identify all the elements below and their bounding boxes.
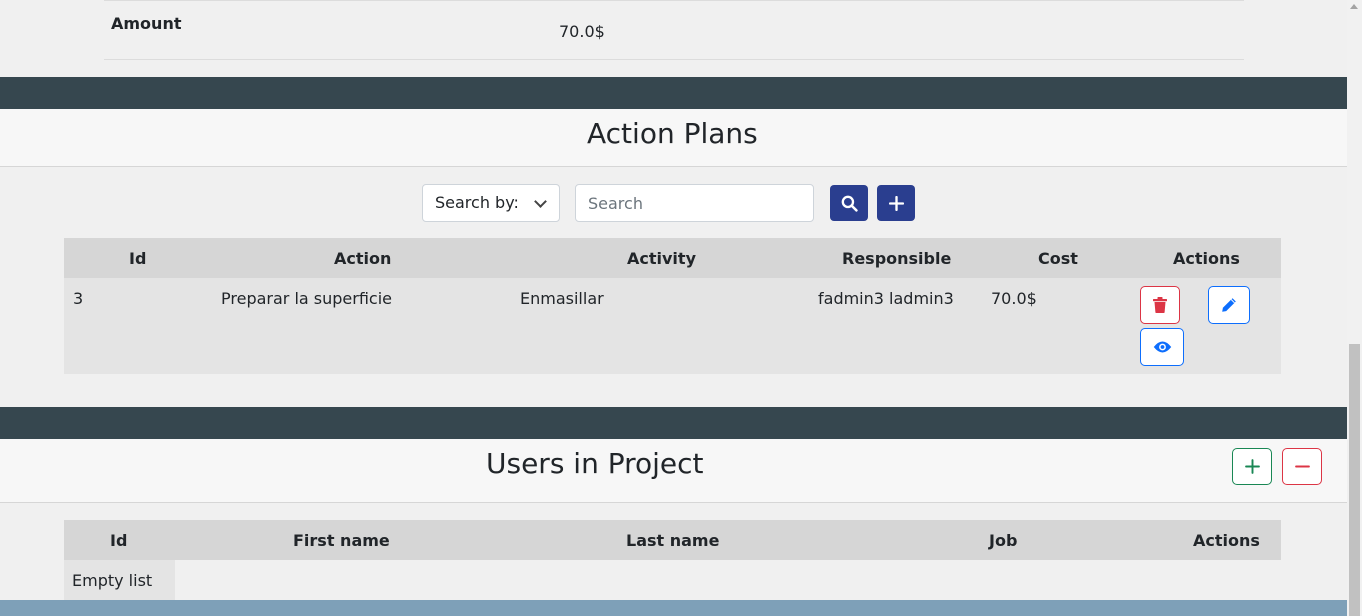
edit-button[interactable] bbox=[1208, 286, 1250, 324]
column-header: Id bbox=[110, 531, 128, 550]
minus-icon bbox=[1294, 465, 1310, 468]
add-user-button[interactable] bbox=[1232, 448, 1272, 485]
amount-value: 70.0$ bbox=[559, 22, 605, 41]
action-plans-table: Id Action Activity Responsible Cost Acti… bbox=[64, 238, 1281, 374]
view-button[interactable] bbox=[1140, 328, 1184, 366]
search-button[interactable] bbox=[830, 185, 868, 221]
search-by-select[interactable]: Search by: bbox=[422, 184, 560, 222]
cell-activity: Enmasillar bbox=[520, 289, 604, 308]
column-header: Activity bbox=[627, 249, 696, 268]
trash-icon bbox=[1153, 297, 1167, 313]
column-header: Last name bbox=[626, 531, 720, 550]
search-by-label: Search by: bbox=[435, 193, 519, 212]
column-header: Job bbox=[989, 531, 1018, 550]
plus-icon bbox=[888, 195, 904, 211]
pencil-icon bbox=[1222, 298, 1236, 312]
scrollbar[interactable] bbox=[1347, 0, 1362, 616]
column-header: Responsible bbox=[842, 249, 952, 268]
cell-action: Preparar la superficie bbox=[221, 289, 392, 308]
footer bbox=[0, 600, 1347, 616]
budget-amount-row: Amount 70.0$ bbox=[104, 0, 1244, 60]
amount-label: Amount bbox=[111, 14, 182, 33]
cell-id: 3 bbox=[73, 289, 84, 308]
users-in-project-header: Users in Project bbox=[0, 439, 1347, 503]
action-plans-title: Action Plans bbox=[587, 117, 758, 150]
column-header: First name bbox=[293, 531, 390, 550]
section-band-users bbox=[0, 407, 1347, 439]
chevron-down-icon bbox=[534, 195, 547, 208]
column-header: Id bbox=[129, 249, 147, 268]
scrollbar-thumb[interactable] bbox=[1349, 344, 1360, 616]
table-header: Id Action Activity Responsible Cost Acti… bbox=[64, 238, 1281, 278]
remove-user-button[interactable] bbox=[1282, 448, 1322, 485]
section-band-action-plans bbox=[0, 77, 1347, 109]
table-header: Id First name Last name Job Actions bbox=[64, 520, 1281, 560]
delete-button[interactable] bbox=[1140, 286, 1180, 324]
table-row: 3 Preparar la superficie Enmasillar fadm… bbox=[64, 278, 1281, 374]
eye-icon bbox=[1153, 341, 1171, 353]
add-action-plan-button[interactable] bbox=[877, 185, 915, 221]
plus-icon bbox=[1244, 459, 1260, 474]
scroll-up-icon[interactable] bbox=[1350, 4, 1358, 9]
action-plans-header: Action Plans bbox=[0, 109, 1347, 167]
empty-list-message: Empty list bbox=[64, 560, 175, 600]
column-header: Actions bbox=[1193, 531, 1260, 550]
users-table: Id First name Last name Job Actions Empt… bbox=[64, 520, 1281, 600]
search-input[interactable] bbox=[575, 184, 814, 222]
cell-responsible: fadmin3 ladmin3 bbox=[818, 289, 954, 308]
search-icon bbox=[841, 195, 858, 212]
users-in-project-title: Users in Project bbox=[486, 447, 704, 480]
column-header: Actions bbox=[1173, 249, 1240, 268]
column-header: Cost bbox=[1038, 249, 1078, 268]
cell-cost: 70.0$ bbox=[991, 289, 1037, 308]
column-header: Action bbox=[334, 249, 392, 268]
